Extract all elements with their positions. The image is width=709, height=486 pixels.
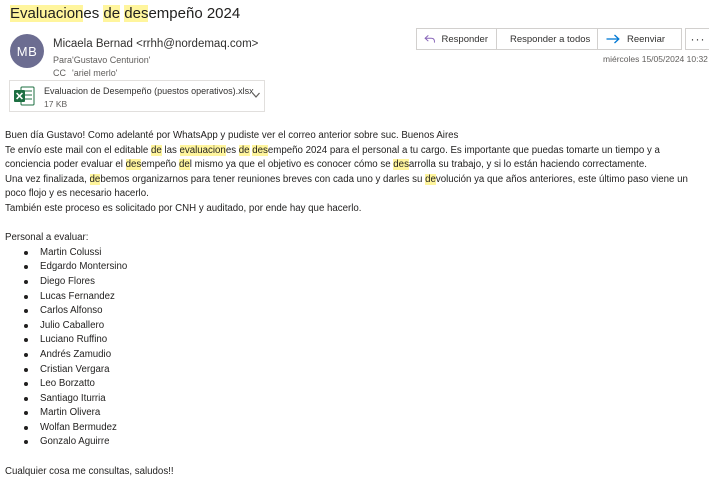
message-body: Buen día Gustavo! Como adelanté por What… <box>5 129 705 479</box>
list-title: Personal a evaluar: <box>5 232 89 244</box>
reply-icon <box>424 35 435 43</box>
body-text: empeño <box>141 159 179 171</box>
body-highlight: de <box>178 159 190 171</box>
body-highlight: des <box>252 144 268 156</box>
more-actions-button[interactable]: ··· <box>685 28 709 50</box>
subject-highlight: de <box>103 5 121 22</box>
reply-all-label: Responder a todos <box>510 33 591 45</box>
list-item: Edgardo Montersino <box>5 260 705 275</box>
body-text: l mismo ya que el objetivo es conocer có… <box>189 159 394 171</box>
list-item: Lucas Fernandez <box>5 290 705 305</box>
body-paragraph-2: Una vez finalizada, debemos organizarnos… <box>5 173 705 202</box>
body-text: es <box>225 144 239 156</box>
cc-line: CC 'ariel merlo' <box>53 68 117 78</box>
excel-file-icon <box>14 86 35 106</box>
reply-button[interactable]: Responder <box>416 28 497 50</box>
sender-name[interactable]: Micaela Bernad <rrhh@nordemaq.com> <box>53 38 258 50</box>
list-item: Andrés Zamudio <box>5 348 705 363</box>
body-paragraph-3: También este proceso es solicitado por C… <box>5 202 362 214</box>
body-highlight: des <box>125 159 142 171</box>
body-text: Una vez finalizada, <box>5 173 90 185</box>
list-item: Leo Borzatto <box>5 377 705 392</box>
closing: Cualquier cosa me consultas, saludos!! <box>5 465 174 477</box>
list-item: Cristian Vergara <box>5 363 705 378</box>
attachment-name: Evaluacion de Desempeño (puestos operati… <box>44 86 254 96</box>
subject-highlight: Evaluacion <box>10 5 84 22</box>
to-recipient[interactable]: 'Gustavo Centurion' <box>72 55 150 65</box>
body-text: arrolla su trabajo, y si lo están hacien… <box>408 159 647 171</box>
chevron-down-icon[interactable] <box>251 90 261 100</box>
list-item: Carlos Alfonso <box>5 304 705 319</box>
list-item: Santiago Iturria <box>5 392 705 407</box>
body-highlight: evaluacion <box>179 144 226 156</box>
body-highlight: de <box>89 173 101 185</box>
list-item: Martin Colussi <box>5 246 705 261</box>
list-item: Gonzalo Aguirre <box>5 435 705 450</box>
reply-label: Responder <box>441 33 488 45</box>
forward-button[interactable]: Reenviar <box>598 28 682 50</box>
message-actions: Responder Responder a todos Reenviar <box>416 28 682 50</box>
subject-text: es <box>83 5 104 22</box>
list-item: Luciano Ruffino <box>5 333 705 348</box>
sender-avatar[interactable]: MB <box>10 34 44 68</box>
list-item: Diego Flores <box>5 275 705 290</box>
body-text: bemos organizarnos para tener reuniones … <box>100 173 426 185</box>
body-highlight: de <box>425 173 436 185</box>
body-highlight: de <box>150 144 162 156</box>
body-text: las <box>161 144 180 156</box>
subject-highlight: des <box>124 5 149 22</box>
attachment-size: 17 KB <box>44 99 68 109</box>
to-label: Para <box>53 55 73 65</box>
list-item: Julio Caballero <box>5 319 705 334</box>
greeting: Buen día Gustavo! Como adelanté por What… <box>5 130 459 141</box>
list-item: Martin Olivera <box>5 406 705 421</box>
sent-date: miércoles 15/05/2024 10:32 <box>603 54 708 64</box>
forward-label: Reenviar <box>627 33 666 45</box>
cc-label: CC <box>53 68 66 78</box>
email-subject: Evaluaciones de desempeño 2024 <box>10 5 240 22</box>
to-line: Para'Gustavo Centurion' <box>53 55 150 65</box>
personnel-list: Martin Colussi Edgardo Montersino Diego … <box>5 246 705 450</box>
subject-text: empeño 2024 <box>148 5 241 22</box>
body-paragraph-1: Te envío este mail con el editable de la… <box>5 144 705 173</box>
body-highlight: des <box>393 159 409 171</box>
reply-all-button[interactable]: Responder a todos <box>497 28 598 50</box>
attachment-card[interactable]: Evaluacion de Desempeño (puestos operati… <box>9 80 265 112</box>
body-highlight: de <box>238 144 250 156</box>
body-text: Te envío este mail con el editable <box>5 144 151 156</box>
cc-recipient[interactable]: 'ariel merlo' <box>72 68 117 78</box>
forward-icon <box>606 34 620 44</box>
list-item: Wolfan Bermudez <box>5 421 705 436</box>
